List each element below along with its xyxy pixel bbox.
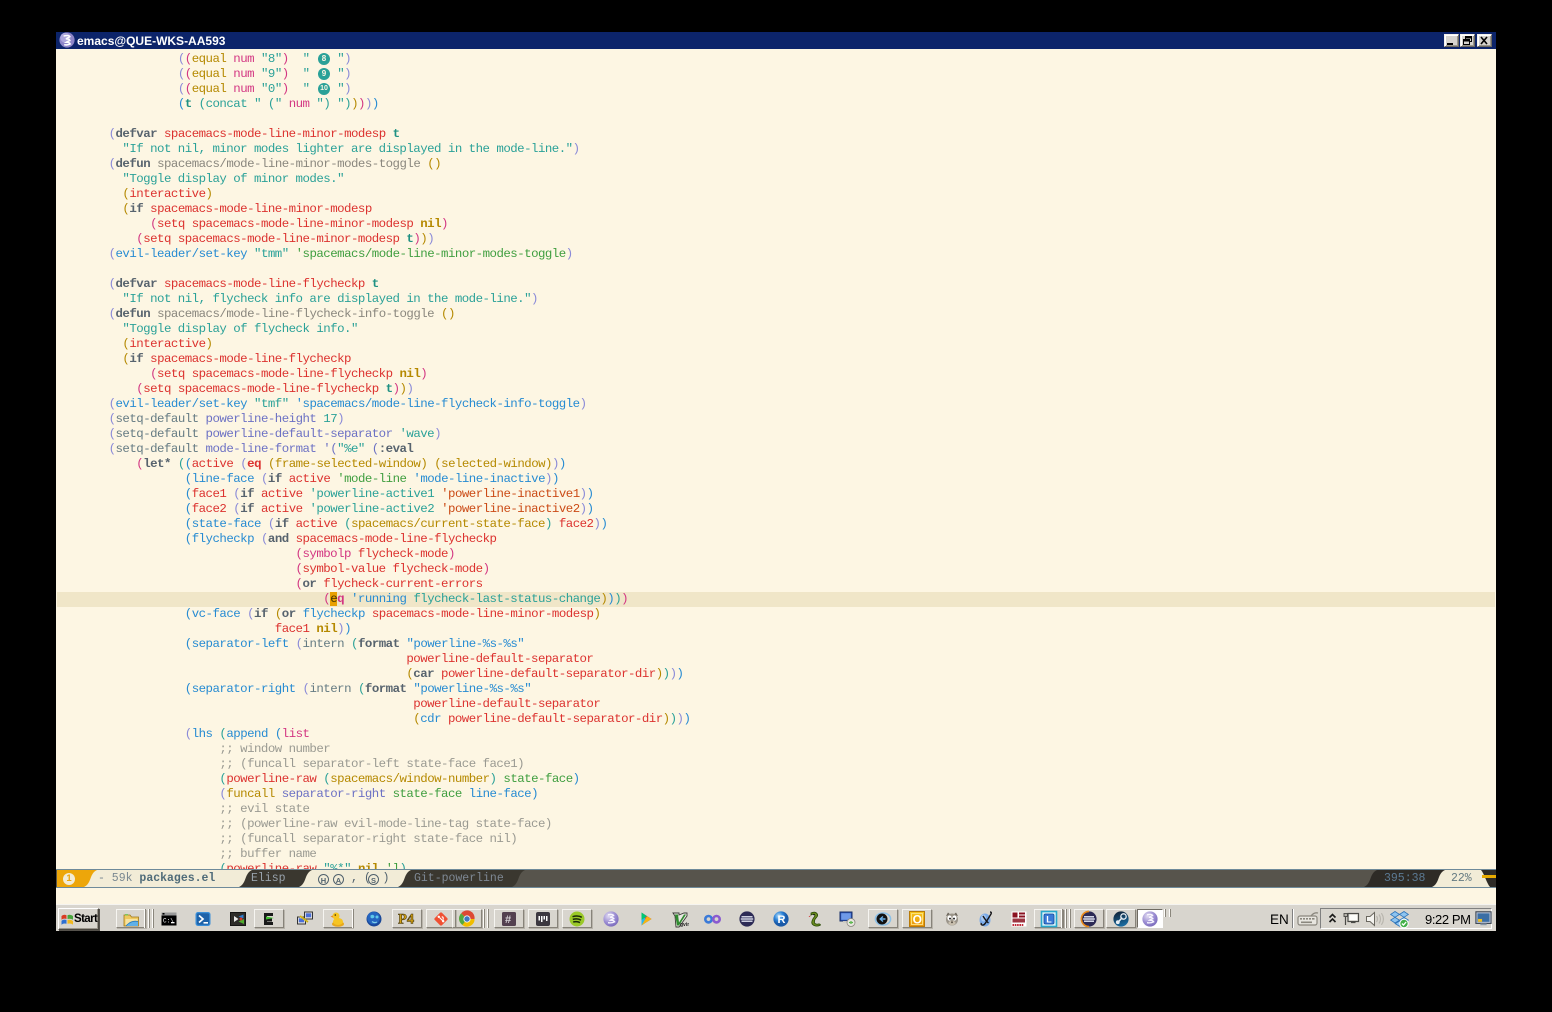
svg-text:C:\: C:\ [163,918,174,925]
svg-text:gvim: gvim [680,922,689,928]
svg-text:P4: P4 [398,912,414,928]
svg-text:O: O [913,912,922,926]
svg-text:#: # [505,914,511,926]
svg-text:R: R [778,914,786,926]
svg-text:L: L [1046,915,1052,925]
